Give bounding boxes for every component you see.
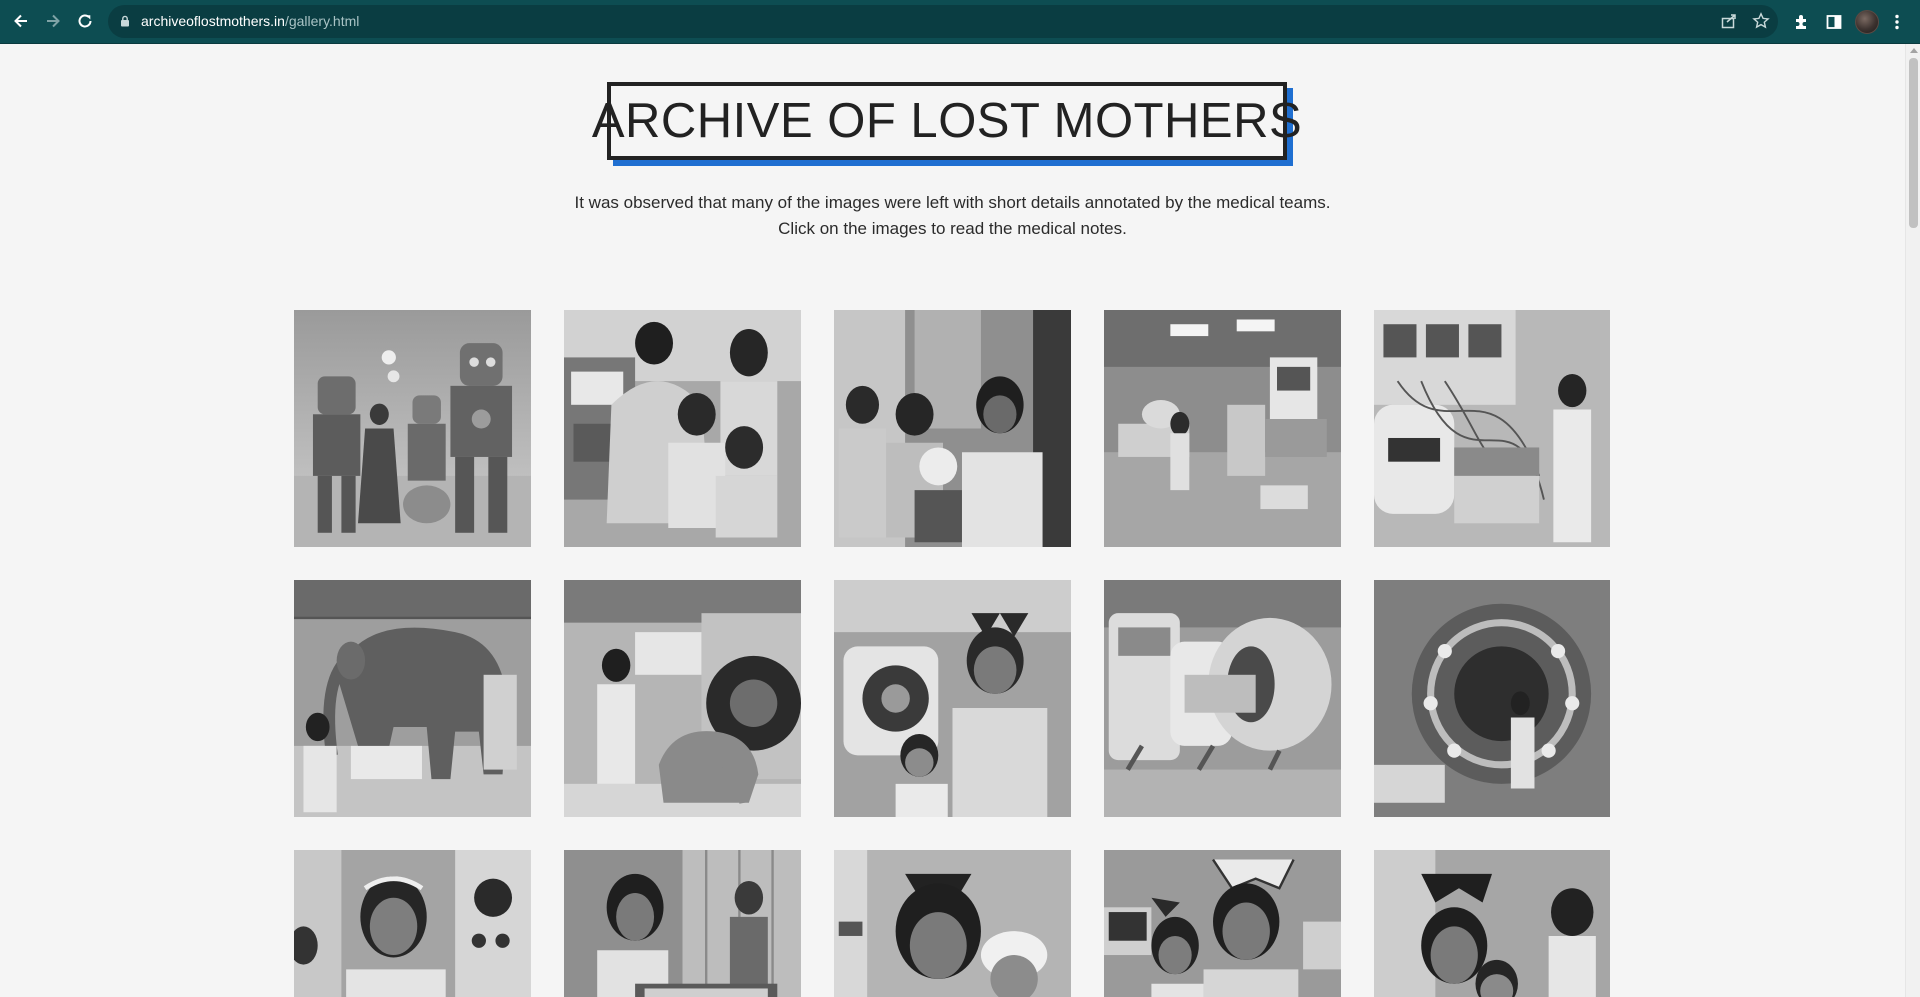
avatar[interactable] — [1855, 10, 1879, 34]
girls-with-monitors-image — [1104, 850, 1341, 997]
address-bar[interactable]: archiveoflostmothers.in/gallery.html — [108, 5, 1778, 38]
lock-icon[interactable] — [120, 15, 130, 27]
gallery-image-2[interactable] — [564, 310, 801, 547]
reload-icon — [78, 14, 92, 28]
url-path: /gallery.html — [284, 13, 360, 29]
girl-at-table-image — [564, 850, 801, 997]
forward-button[interactable] — [40, 8, 66, 34]
side-panel-icon — [1826, 15, 1842, 29]
girl-with-headband-image — [294, 850, 531, 997]
page-viewport: ARCHIVE OF LOST MOTHERS It was observed … — [0, 44, 1905, 997]
gallery-image-7[interactable] — [564, 580, 801, 817]
elephant-in-lab-image — [294, 580, 531, 817]
arrow-left-icon — [14, 14, 27, 28]
woman-at-machine-image — [564, 310, 801, 547]
arrow-right-icon — [47, 14, 60, 28]
extensions-button[interactable] — [1789, 9, 1815, 35]
gallery-image-11[interactable] — [294, 850, 531, 997]
url-host: archiveoflostmothers.in — [141, 13, 285, 29]
star-icon[interactable] — [1752, 12, 1770, 30]
share-icon[interactable] — [1720, 12, 1738, 30]
mri-machines-image — [1104, 580, 1341, 817]
vertical-scrollbar[interactable] — [1905, 44, 1920, 997]
browser-toolbar: archiveoflostmothers.in/gallery.html — [0, 0, 1920, 44]
url-text[interactable]: archiveoflostmothers.in/gallery.html — [141, 13, 359, 30]
scroll-up-arrow-icon[interactable] — [1910, 48, 1918, 53]
gallery-image-3[interactable] — [834, 310, 1071, 547]
girl-with-scanner-image — [564, 580, 801, 817]
browser-menu-button[interactable] — [1884, 9, 1910, 35]
gallery-image-9[interactable] — [1104, 580, 1341, 817]
gallery-image-10[interactable] — [1374, 580, 1610, 817]
back-button[interactable] — [8, 8, 34, 34]
girl-with-cat-ears-image — [834, 580, 1071, 817]
gallery-image-1[interactable] — [294, 310, 531, 547]
gallery-image-14[interactable] — [1104, 850, 1341, 997]
gallery-image-6[interactable] — [294, 580, 531, 817]
mother-and-children-image — [834, 310, 1071, 547]
gallery-image-13[interactable] — [834, 850, 1071, 997]
girls-with-cat-ears-image — [834, 850, 1071, 997]
girls-closeup-image — [1374, 850, 1610, 997]
woman-with-wired-machines-image — [1374, 310, 1610, 547]
robots-and-woman-image — [294, 310, 531, 547]
side-panel-button[interactable] — [1821, 9, 1847, 35]
reload-button[interactable] — [72, 8, 98, 34]
woman-in-circular-machine-image — [1374, 580, 1610, 817]
gallery-image-12[interactable] — [564, 850, 801, 997]
gallery-image-8[interactable] — [834, 580, 1071, 817]
gallery-image-5[interactable] — [1374, 310, 1610, 547]
scrollbar-thumb[interactable] — [1909, 58, 1918, 228]
gallery-image-4[interactable] — [1104, 310, 1341, 547]
image-gallery — [0, 44, 1905, 997]
kebab-menu-icon — [1895, 14, 1899, 30]
puzzle-icon — [1796, 15, 1806, 29]
hospital-room-image — [1104, 310, 1341, 547]
gallery-image-15[interactable] — [1374, 850, 1610, 997]
